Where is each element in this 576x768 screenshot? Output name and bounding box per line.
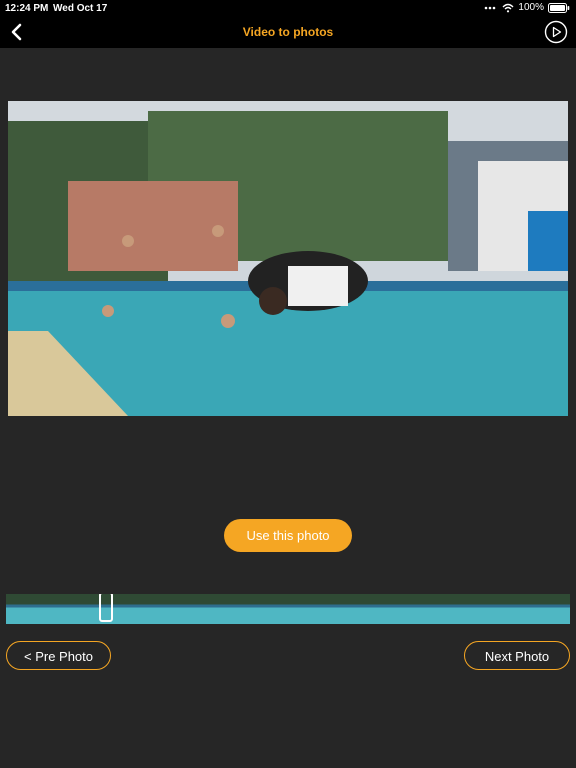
filmstrip-frame (474, 594, 493, 624)
filmstrip-frame (528, 594, 547, 624)
status-right: 100% (484, 2, 570, 13)
status-time: 12:24 PM (5, 3, 49, 14)
filmstrip-frame (438, 594, 457, 624)
use-this-photo-button[interactable]: Use this photo (224, 519, 352, 552)
status-date: Wed Oct 17 (53, 3, 108, 14)
filmstrip-frame (348, 594, 367, 624)
filmstrip-frame (366, 594, 385, 624)
filmstrip-frame (114, 594, 133, 624)
filmstrip-frame (276, 594, 295, 624)
filmstrip-frame (420, 594, 439, 624)
filmstrip-frame (492, 594, 511, 624)
filmstrip-frame (564, 594, 570, 624)
frame-selector-handle[interactable] (99, 594, 113, 622)
filmstrip-frame (60, 594, 79, 624)
filmstrip-frame (402, 594, 421, 624)
filmstrip-frame (186, 594, 205, 624)
filmstrip-frame (294, 594, 313, 624)
next-photo-button[interactable]: Next Photo (464, 641, 570, 670)
filmstrip-frame (150, 594, 169, 624)
play-circle-icon[interactable] (544, 20, 568, 44)
filmstrip-frame (510, 594, 529, 624)
filmstrip-frame (132, 594, 151, 624)
battery-icon (548, 2, 570, 13)
filmstrip-frame (204, 594, 223, 624)
filmstrip-frame (42, 594, 61, 624)
filmstrip-frame (330, 594, 349, 624)
filmstrip-frame (384, 594, 403, 624)
photo-preview (8, 101, 568, 416)
page-title: Video to photos (242, 25, 334, 39)
filmstrip-frame (168, 594, 187, 624)
signal-dots-icon (485, 6, 496, 9)
filmstrip-frame (24, 594, 43, 624)
pre-photo-button[interactable]: < Pre Photo (6, 641, 111, 670)
wifi-icon (502, 3, 514, 12)
filmstrip-frame (312, 594, 331, 624)
filmstrip-frame (222, 594, 241, 624)
photo-scene (8, 101, 568, 416)
nav-bar: Video to photos (0, 16, 576, 48)
battery-percent: 100% (518, 2, 544, 13)
frame-filmstrip[interactable] (6, 594, 570, 624)
filmstrip-frame (78, 594, 97, 624)
filmstrip-frame (240, 594, 259, 624)
filmstrip-frame (6, 594, 25, 624)
filmstrip-frame (456, 594, 475, 624)
status-bar: 12:24 PM Wed Oct 17 100% (0, 0, 576, 16)
filmstrip-frame (258, 594, 277, 624)
filmstrip-frame (546, 594, 565, 624)
